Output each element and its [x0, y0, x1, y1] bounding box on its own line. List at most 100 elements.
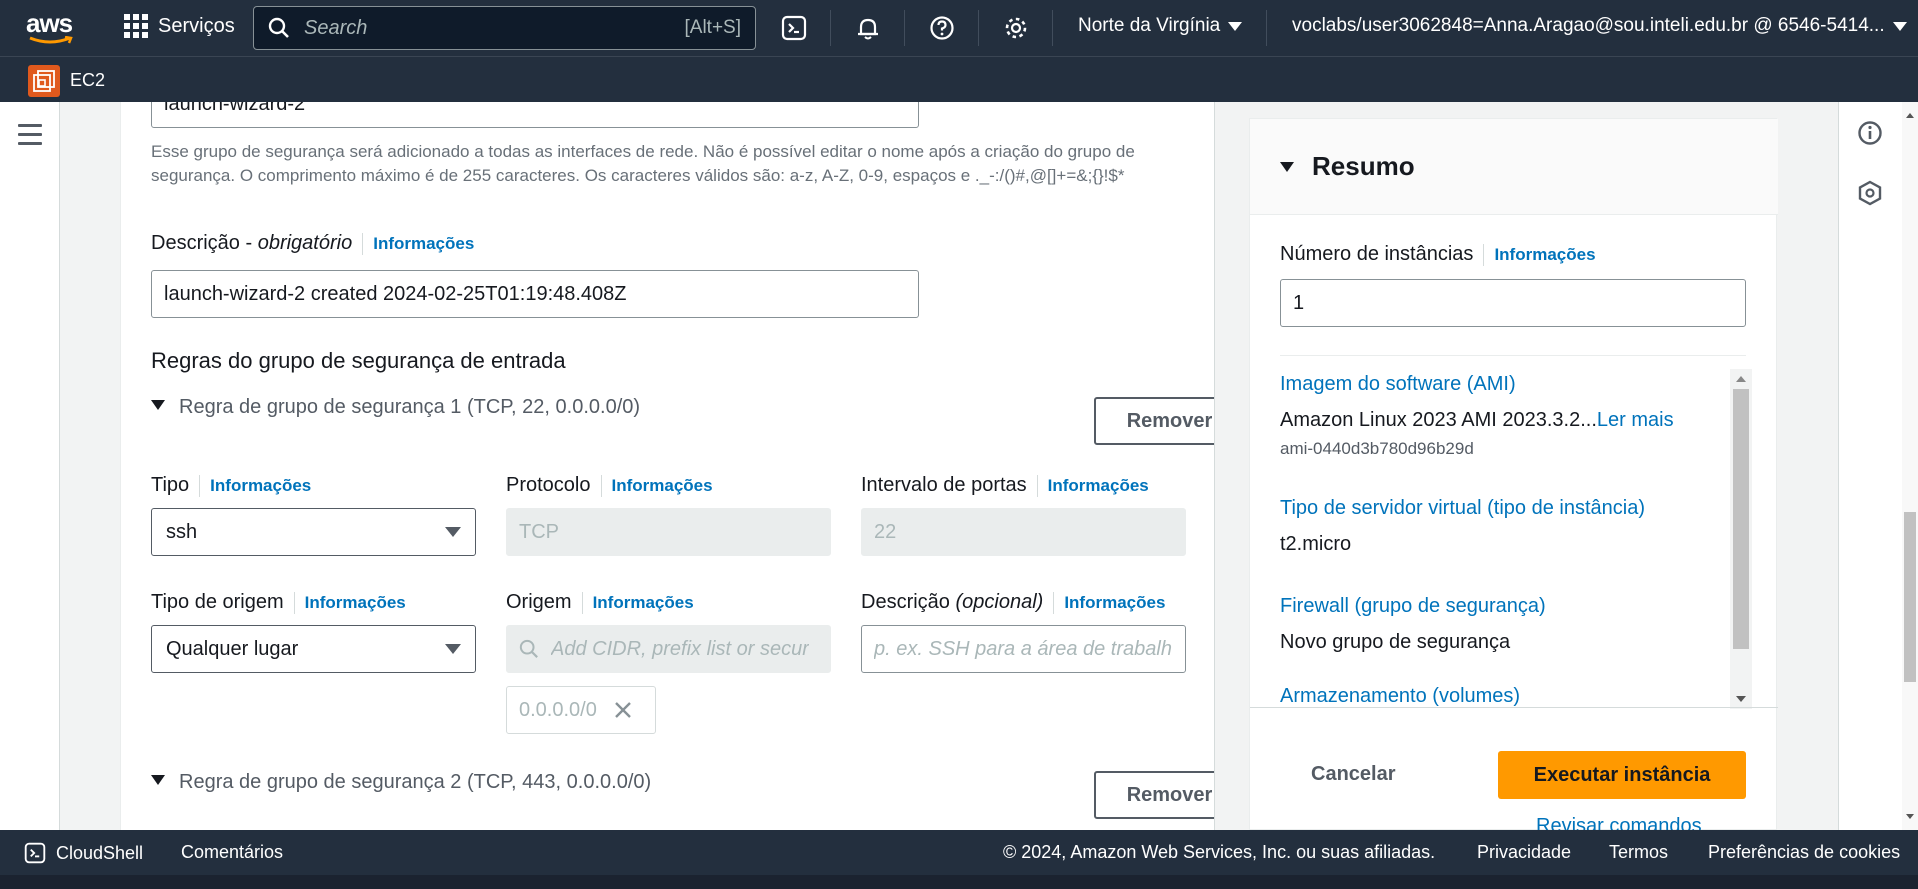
- source-type-info-link[interactable]: Informações: [305, 593, 406, 613]
- type-select[interactable]: ssh: [151, 508, 476, 556]
- grid-icon: [124, 14, 148, 38]
- rule-description-input[interactable]: p. ex. SSH para a área de trabalh: [861, 625, 1186, 673]
- source-type-label-row: Tipo de origem Informações: [151, 591, 406, 614]
- feedback-hex-icon[interactable]: [1857, 180, 1883, 211]
- source-placeholder: Add CIDR, prefix list or secur: [551, 637, 809, 660]
- search-icon: [519, 639, 538, 658]
- menu-icon[interactable]: [18, 124, 42, 151]
- page-scrollbar[interactable]: [1902, 102, 1918, 830]
- copyright-text: © 2024, Amazon Web Services, Inc. ou sua…: [1003, 842, 1436, 862]
- cloudshell-icon[interactable]: [780, 14, 808, 42]
- rule-1-title: Regra de grupo de segurança 1 (TCP, 22, …: [179, 396, 641, 418]
- gear-icon[interactable]: [1002, 14, 1030, 42]
- inbound-rules-title: Regras do grupo de segurança de entrada: [151, 348, 566, 373]
- cancel-button[interactable]: Cancelar: [1311, 763, 1396, 786]
- description-label-row: Descrição - obrigatório Informações: [151, 232, 474, 255]
- protocol-label: Protocolo: [506, 474, 591, 496]
- services-menu[interactable]: Serviços: [124, 14, 235, 38]
- instances-info-link[interactable]: Informações: [1494, 245, 1595, 265]
- sg-name-value: launch-wizard-2: [164, 102, 306, 115]
- privacy-link[interactable]: Privacidade: [1477, 842, 1571, 863]
- caret-down-icon: [445, 527, 461, 537]
- port-label: Intervalo de portas: [861, 474, 1027, 496]
- rule-description-placeholder: p. ex. SSH para a área de trabalh: [874, 637, 1172, 660]
- type-info-link[interactable]: Informações: [210, 476, 311, 496]
- summary-header[interactable]: Resumo: [1250, 119, 1778, 215]
- summary-scrollbar[interactable]: [1730, 369, 1752, 709]
- service-label[interactable]: EC2: [70, 70, 105, 91]
- protocol-info-link[interactable]: Informações: [612, 476, 713, 496]
- info-icon[interactable]: [1857, 120, 1883, 151]
- source-type-select[interactable]: Qualquer lugar: [151, 625, 476, 673]
- port-label-row: Intervalo de portas Informações: [861, 474, 1149, 497]
- os-taskbar: [0, 875, 1918, 889]
- firewall-value: Novo grupo de segurança: [1280, 631, 1511, 653]
- scroll-down-icon[interactable]: [1902, 810, 1918, 824]
- description-label: Descrição - obrigatório: [151, 232, 353, 254]
- cookies-link[interactable]: Preferências de cookies: [1708, 842, 1900, 863]
- search-placeholder: Search: [304, 16, 368, 39]
- rule-description-label-row: Descrição (opcional) Informações: [861, 591, 1165, 614]
- instance-type-value: t2.micro: [1280, 533, 1352, 555]
- ami-link[interactable]: Imagem do software (AMI): [1280, 373, 1516, 396]
- help-icon[interactable]: [928, 14, 956, 42]
- protocol-value: TCP: [519, 520, 559, 543]
- storage-link[interactable]: Armazenamento (volumes): [1280, 685, 1520, 707]
- source-search-input[interactable]: Add CIDR, prefix list or secur: [506, 625, 831, 673]
- scroll-down-icon[interactable]: [1730, 691, 1752, 707]
- source-type-value: Qualquer lugar: [166, 637, 299, 660]
- description-info-link[interactable]: Informações: [373, 234, 474, 254]
- protocol-label-row: Protocolo Informações: [506, 474, 713, 497]
- feedback-link[interactable]: Comentários: [181, 842, 283, 863]
- firewall-link[interactable]: Firewall (grupo de segurança): [1280, 595, 1546, 618]
- ami-value: Amazon Linux 2023 AMI 2023.3.2...: [1280, 409, 1597, 431]
- security-group-form: launch-wizard-2 Esse grupo de segurança …: [120, 102, 1214, 830]
- rule-description-label: Descrição (opcional): [861, 591, 1044, 613]
- scroll-up-icon[interactable]: [1902, 108, 1918, 122]
- scroll-up-icon[interactable]: [1730, 371, 1752, 387]
- chevron-down-icon: [1228, 21, 1243, 31]
- summary-panel: Resumo Número de instâncias Informações …: [1214, 102, 1838, 837]
- rule-1-toggle[interactable]: Regra de grupo de segurança 1 (TCP, 22, …: [151, 396, 640, 419]
- search-shortcut: [Alt+S]: [684, 17, 742, 38]
- caret-down-icon: [151, 400, 165, 410]
- right-rail: [1838, 102, 1902, 830]
- ec2-icon[interactable]: [28, 65, 60, 97]
- instances-label-row: Número de instâncias Informações: [1280, 243, 1596, 266]
- services-label: Serviços: [158, 14, 235, 37]
- terms-link[interactable]: Termos: [1609, 842, 1668, 863]
- instances-input[interactable]: 1: [1280, 279, 1746, 327]
- close-icon[interactable]: [613, 700, 633, 720]
- summary-card: Resumo Número de instâncias Informações …: [1249, 118, 1778, 837]
- aws-smile-icon: [29, 36, 73, 44]
- instance-type-link[interactable]: Tipo de servidor virtual (tipo de instân…: [1280, 497, 1645, 520]
- source-type-label: Tipo de origem: [151, 591, 284, 613]
- bell-icon[interactable]: [854, 14, 882, 42]
- cloudshell-label: CloudShell: [56, 842, 144, 863]
- aws-logo[interactable]: aws: [26, 10, 74, 44]
- source-info-link[interactable]: Informações: [593, 593, 694, 613]
- region-selector[interactable]: Norte da Virgínia: [1078, 15, 1243, 37]
- remove-rule-2-button[interactable]: Remover: [1094, 771, 1214, 819]
- rule-description-info-link[interactable]: Informações: [1064, 593, 1165, 613]
- rule-2-toggle[interactable]: Regra de grupo de segurança 2 (TCP, 443,…: [151, 771, 651, 794]
- description-value: launch-wizard-2 created 2024-02-25T01:19…: [164, 282, 627, 305]
- source-label: Origem: [506, 591, 572, 613]
- type-label: Tipo: [151, 474, 190, 496]
- ami-more-link[interactable]: Ler mais: [1597, 409, 1674, 431]
- cloudshell-icon: [24, 842, 46, 864]
- type-value: ssh: [166, 520, 198, 543]
- search-icon: [268, 17, 289, 38]
- sg-name-hint: Esse grupo de segurança será adicionado …: [151, 142, 1135, 185]
- port-info-link[interactable]: Informações: [1048, 476, 1149, 496]
- ami-value-row: Amazon Linux 2023 AMI 2023.3.2...Ler mai…: [1280, 409, 1674, 432]
- launch-instance-button[interactable]: Executar instância: [1498, 751, 1746, 799]
- sg-name-input[interactable]: launch-wizard-2: [151, 102, 919, 128]
- search-bar[interactable]: Search [Alt+S]: [253, 6, 756, 50]
- top-navigation: aws Serviços Search [Alt+S] Norte da Vir…: [0, 0, 1918, 56]
- remove-rule-1-button[interactable]: Remover: [1094, 397, 1214, 445]
- aws-logo-text: aws: [26, 8, 73, 38]
- account-menu[interactable]: voclabs/user3062848=Anna.Aragao@sou.inte…: [1292, 15, 1907, 37]
- description-input[interactable]: launch-wizard-2 created 2024-02-25T01:19…: [151, 270, 919, 318]
- cloudshell-footer-button[interactable]: CloudShell: [24, 842, 143, 864]
